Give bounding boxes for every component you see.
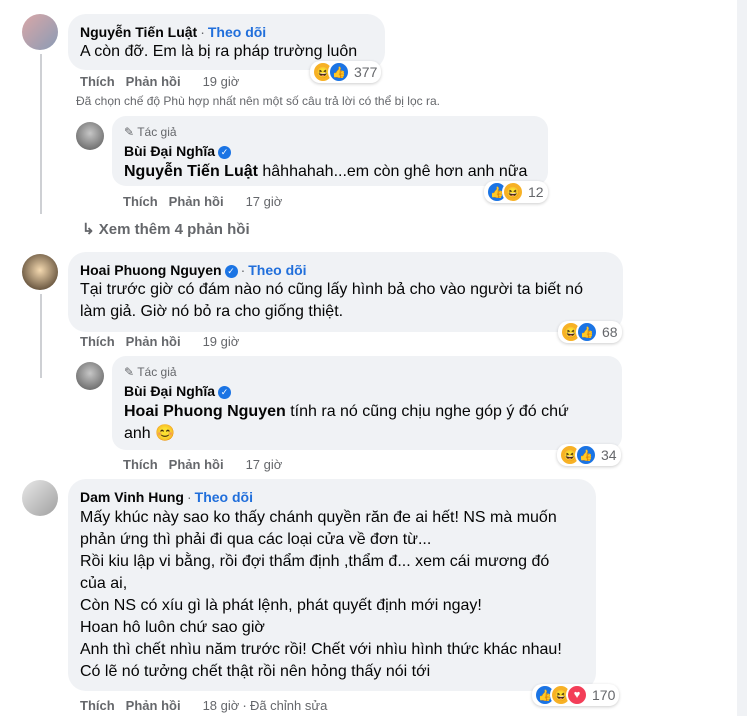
avatar[interactable] (76, 362, 104, 390)
comment-author[interactable]: Nguyễn Tiến Luật (80, 24, 197, 40)
reply-bubble: ✎ Tác giả Bùi Đại Nghĩa ✓ Hoai Phuong Ngu… (112, 356, 622, 450)
reply-text: hâhhahah...em còn ghê hơn anh nữa (257, 163, 528, 180)
edited-label[interactable]: Đã chỉnh sửa (250, 698, 327, 713)
reaction-count[interactable]: 👍 😆 12 (484, 181, 548, 203)
author-badge: Tác giả (137, 125, 177, 139)
comment-actions: Thích Phản hồi 18 giờ · Đã chỉnh sửa (80, 697, 328, 713)
comment-bubble: Dam Vinh Hung · Theo dõi Mấy khúc này sao … (68, 479, 596, 691)
like-icon: 👍 (576, 321, 598, 343)
comment-text-line: Anh thì chết nhìu năm trước rồi! Chết vớ… (80, 641, 562, 658)
comment-text-line: Hoan hô luôn chứ sao giờ (80, 619, 265, 636)
pencil-icon: ✎ (124, 365, 135, 379)
comment-actions: Thích Phản hồi 19 giờ (80, 74, 239, 89)
verified-icon: ✓ (218, 386, 232, 399)
like-button[interactable]: Thích (123, 194, 158, 209)
comment-text-line: Mấy khúc này sao ko thấy chánh quyền răn… (80, 509, 557, 526)
reply-author[interactable]: Bùi Đại Nghĩa (124, 143, 215, 159)
reply-button[interactable]: Phản hồi (169, 457, 224, 472)
like-button[interactable]: Thích (80, 74, 115, 89)
comment-text: A còn đỡ. Em là bị ra pháp trường luôn (80, 43, 358, 60)
comment-time[interactable]: 19 giờ (203, 74, 240, 89)
reaction-count[interactable]: 😆 👍 68 (558, 321, 622, 343)
comment-text-line: Có lẽ nó tưởng chết thật rồi nên hỏng th… (80, 663, 431, 680)
pencil-icon: ✎ (124, 125, 135, 139)
reaction-count[interactable]: 😆 👍 377 (310, 61, 382, 83)
verified-icon: ✓ (224, 265, 238, 278)
author-badge: Tác giả (137, 365, 177, 379)
reply-bubble: ✎ Tác giả Bùi Đại Nghĩa ✓ Nguyễn Tiến Luậ… (112, 116, 548, 186)
comment-text-line: phản ứng thì phải đi qua các loại cửa về… (80, 531, 432, 548)
like-icon: 👍 (328, 61, 350, 83)
verified-icon: ✓ (218, 146, 232, 159)
avatar[interactable] (22, 254, 58, 290)
comment-time[interactable]: 18 giờ (203, 698, 240, 713)
reply-text-line: anh 😊 (124, 425, 176, 442)
mention-tag[interactable]: Nguyễn Tiến Luật (124, 163, 258, 180)
love-icon: ♥ (566, 684, 588, 706)
like-icon: 👍 (575, 444, 597, 466)
comment-author[interactable]: Dam Vinh Hung (80, 489, 184, 505)
reply-text: tính ra nó cũng chịu nghe góp ý đó chứ (285, 403, 569, 420)
reply-actions: Thích Phản hồi 17 giờ (123, 194, 282, 209)
follow-link[interactable]: Theo dõi (248, 262, 306, 278)
comment-text-line: của ai, (80, 575, 128, 592)
comment-actions: Thích Phản hồi 19 giờ (80, 334, 239, 349)
reply-button[interactable]: Phản hồi (126, 74, 181, 89)
mention-tag[interactable]: Hoai Phuong Nguyen (124, 403, 286, 420)
follow-link[interactable]: Theo dõi (208, 24, 266, 40)
reaction-count[interactable]: 😆 👍 34 (557, 444, 621, 466)
reply-time[interactable]: 17 giờ (246, 194, 283, 209)
comment-author[interactable]: Hoai Phuong Nguyen (80, 262, 222, 278)
reply-time[interactable]: 17 giờ (246, 457, 283, 472)
haha-icon: 😆 (502, 181, 524, 203)
avatar[interactable] (76, 122, 104, 150)
more-replies-link[interactable]: ↳ Xem thêm 4 phản hồi (82, 220, 250, 238)
follow-link[interactable]: Theo dõi (195, 489, 253, 505)
comment-text-line: Còn NS có xíu gì là phát lệnh, phát quyế… (80, 597, 482, 614)
avatar[interactable] (22, 14, 58, 50)
comment-text-line: Rồi kiu lập vi bằng, rồi đợi thẩm định ,… (80, 553, 550, 570)
reply-button[interactable]: Phản hồi (126, 334, 181, 349)
comment-bubble: Hoai Phuong Nguyen ✓ · Theo dõi Tại trước g… (68, 252, 623, 332)
reply-button[interactable]: Phản hồi (126, 698, 181, 713)
comment-time[interactable]: 19 giờ (203, 334, 240, 349)
reply-button[interactable]: Phản hồi (169, 194, 224, 209)
filter-notice: Đã chọn chế độ Phù hợp nhất nên một số c… (76, 94, 440, 108)
reaction-count[interactable]: 👍 😆 ♥ 170 (532, 684, 620, 706)
like-button[interactable]: Thích (80, 698, 115, 713)
reply-actions: Thích Phản hồi 17 giờ (123, 457, 282, 472)
comment-text-line: Tại trước giờ có đám nào nó cũng lấy hìn… (80, 281, 583, 298)
like-button[interactable]: Thích (123, 457, 158, 472)
like-button[interactable]: Thích (80, 334, 115, 349)
reply-arrow-icon: ↳ (82, 221, 95, 238)
reply-author[interactable]: Bùi Đại Nghĩa (124, 383, 215, 399)
comment-text-line: làm giả. Giờ nó bỏ ra cho giống thiệt. (80, 303, 344, 320)
scrollbar[interactable] (737, 0, 747, 716)
thread-line (40, 54, 42, 214)
avatar[interactable] (22, 480, 58, 516)
thread-line (40, 294, 42, 378)
